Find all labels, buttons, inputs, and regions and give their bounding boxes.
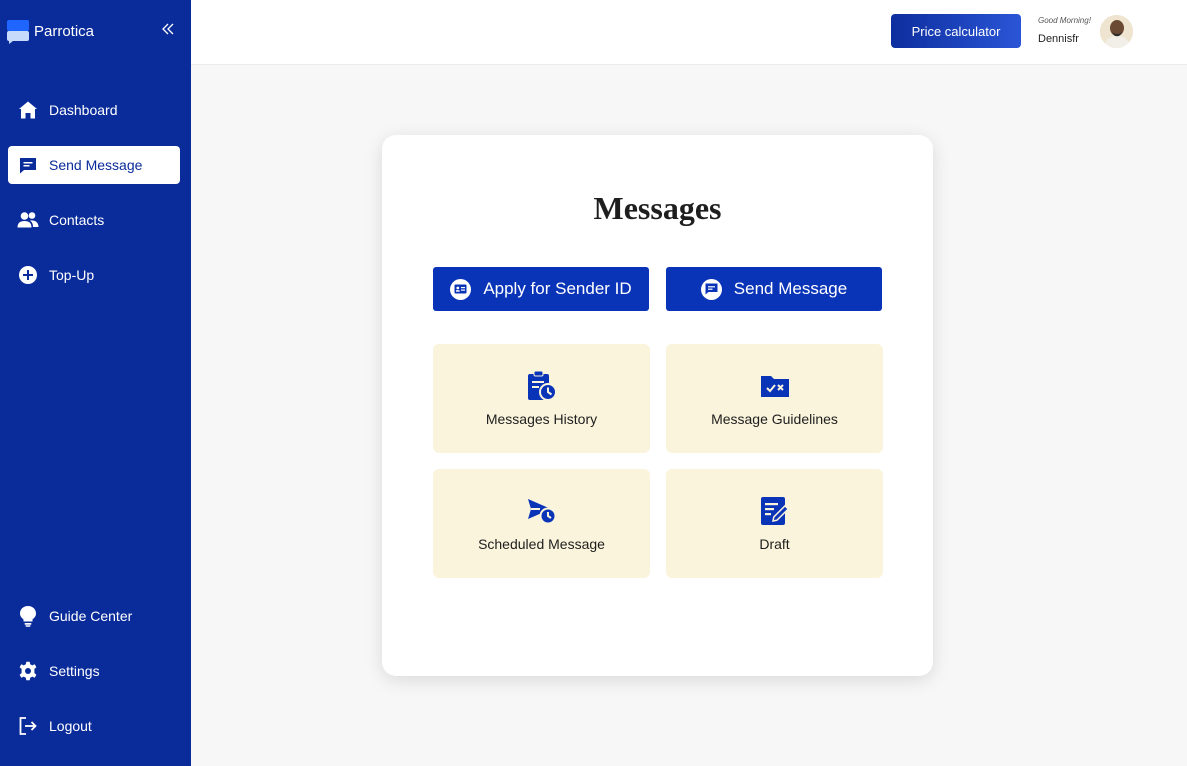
- sidebar-item-label: Logout: [49, 718, 92, 734]
- logout-icon: [17, 715, 39, 737]
- brand-name: Parrotica: [34, 22, 95, 40]
- lightbulb-icon: [17, 605, 39, 627]
- apply-sender-id-button[interactable]: Apply for Sender ID: [433, 267, 649, 311]
- messages-card: Messages Apply for Sender ID Send Messag…: [382, 135, 933, 676]
- sidebar: Parrotica Dashboard Send Message Contact…: [0, 0, 191, 766]
- tile-label: Scheduled Message: [478, 536, 605, 552]
- sidebar-item-logout[interactable]: Logout: [8, 707, 180, 745]
- username: Dennisfr: [1038, 33, 1079, 45]
- tile-label: Draft: [759, 536, 790, 552]
- apply-sender-id-label: Apply for Sender ID: [483, 279, 632, 298]
- page-title: Messages: [593, 190, 722, 226]
- home-icon: [17, 99, 39, 121]
- folder-check-icon: [666, 370, 883, 402]
- sidebar-item-label: Contacts: [49, 212, 105, 228]
- clipboard-clock-icon: [433, 370, 650, 402]
- tile-label: Message Guidelines: [711, 411, 838, 427]
- message-icon: [17, 154, 39, 176]
- message-guidelines-tile[interactable]: Message Guidelines: [666, 344, 883, 453]
- sidebar-item-label: Guide Center: [49, 608, 133, 624]
- id-card-icon: [450, 278, 472, 300]
- avatar[interactable]: [1100, 15, 1133, 48]
- sidebar-item-label: Settings: [49, 663, 100, 679]
- send-message-button[interactable]: Send Message: [666, 267, 882, 311]
- top-header: Price calculator Good Morning! Dennisfr: [191, 0, 1187, 65]
- plus-circle-icon: [17, 264, 39, 286]
- send-clock-icon: [433, 495, 650, 527]
- sidebar-item-settings[interactable]: Settings: [8, 652, 180, 690]
- sidebar-item-label: Top-Up: [49, 267, 95, 283]
- parrotica-logo-icon: [7, 18, 29, 44]
- sidebar-item-contacts[interactable]: Contacts: [8, 201, 180, 239]
- send-message-label: Send Message: [733, 279, 848, 298]
- greeting-text: Good Morning!: [1038, 16, 1091, 25]
- gear-icon: [17, 660, 39, 682]
- tile-label: Messages History: [485, 411, 598, 427]
- sidebar-item-guide-center[interactable]: Guide Center: [8, 597, 180, 635]
- price-calculator-button[interactable]: Price calculator: [891, 14, 1021, 48]
- edit-note-icon: [666, 495, 883, 527]
- brand[interactable]: Parrotica: [7, 18, 94, 44]
- draft-tile[interactable]: Draft: [666, 469, 883, 578]
- contacts-icon: [17, 209, 39, 231]
- message-icon: [700, 278, 722, 300]
- scheduled-message-tile[interactable]: Scheduled Message: [433, 469, 650, 578]
- messages-history-tile[interactable]: Messages History: [433, 344, 650, 453]
- sidebar-item-dashboard[interactable]: Dashboard: [8, 91, 180, 129]
- sidebar-item-top-up[interactable]: Top-Up: [8, 256, 180, 294]
- sidebar-item-label: Send Message: [49, 157, 143, 173]
- collapse-sidebar-button[interactable]: [159, 22, 177, 40]
- sidebar-item-label: Dashboard: [49, 102, 118, 118]
- chevrons-left-icon: [161, 22, 175, 41]
- sidebar-item-send-message[interactable]: Send Message: [8, 146, 180, 184]
